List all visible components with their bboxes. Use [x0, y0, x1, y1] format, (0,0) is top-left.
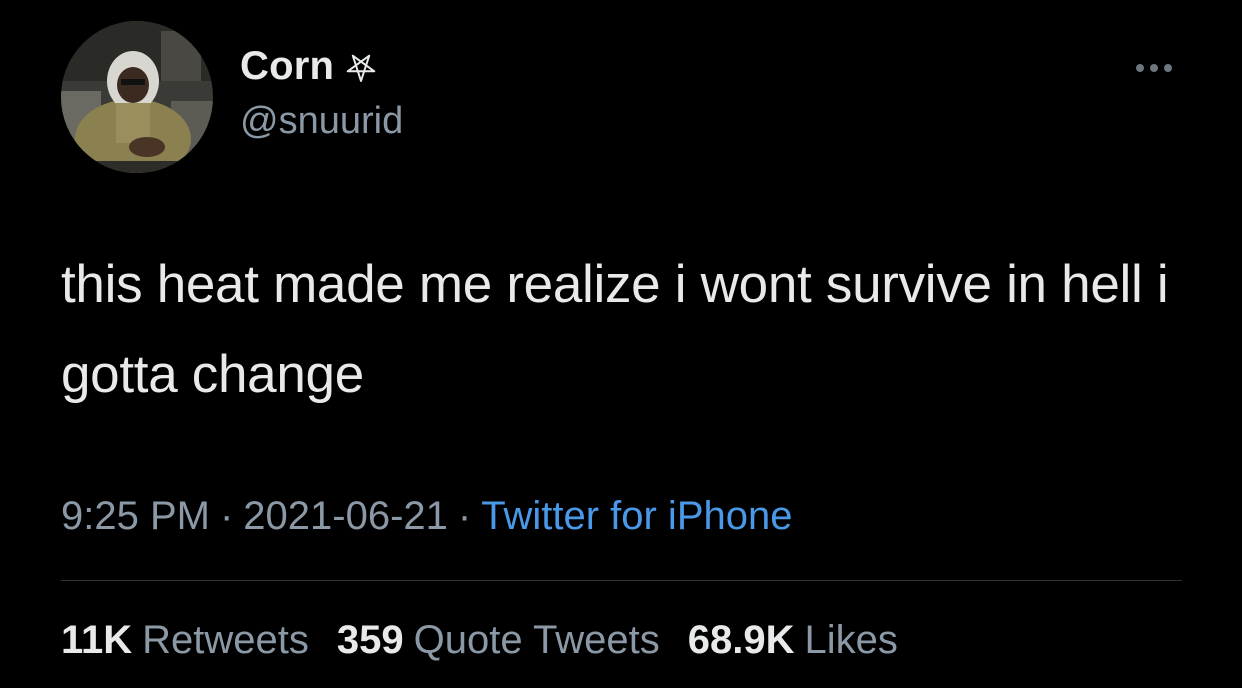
likes-stat[interactable]: 68.9K Likes [688, 618, 898, 663]
display-name[interactable]: Corn [240, 44, 334, 89]
tweet-meta: 9:25 PM · 2021-06-21 · Twitter for iPhone [61, 494, 792, 539]
tweet-date[interactable]: 2021-06-21 [243, 494, 448, 538]
tweet-detail: Corn @snuurid this heat made me realize … [0, 0, 1242, 688]
retweets-count: 11K [61, 618, 133, 662]
tweet-source-link[interactable]: Twitter for iPhone [481, 494, 792, 538]
likes-count: 68.9K [687, 618, 795, 662]
tweet-text: this heat made me realize i wont survive… [61, 255, 1169, 404]
meta-separator: · [457, 494, 472, 538]
avatar-image [61, 21, 213, 173]
retweets-stat[interactable]: 11K Retweets [61, 618, 309, 663]
pentagram-icon [344, 50, 378, 84]
avatar[interactable] [61, 21, 213, 173]
tweet-stats: 11K Retweets 359 Quote Tweets 68.9K Likes [61, 618, 898, 663]
author-handle[interactable]: @snuurid [240, 100, 403, 143]
divider [61, 580, 1182, 581]
more-options-icon[interactable] [1130, 58, 1178, 78]
quote-tweets-count: 359 [336, 618, 404, 662]
quote-tweets-label: Quote Tweets [413, 618, 660, 662]
tweet-time[interactable]: 9:25 PM [61, 494, 210, 538]
author-name-row: Corn [240, 44, 378, 89]
quote-tweets-stat[interactable]: 359 Quote Tweets [337, 618, 660, 663]
likes-label: Likes [804, 618, 898, 662]
retweets-label: Retweets [142, 618, 309, 662]
meta-separator: · [219, 494, 234, 538]
